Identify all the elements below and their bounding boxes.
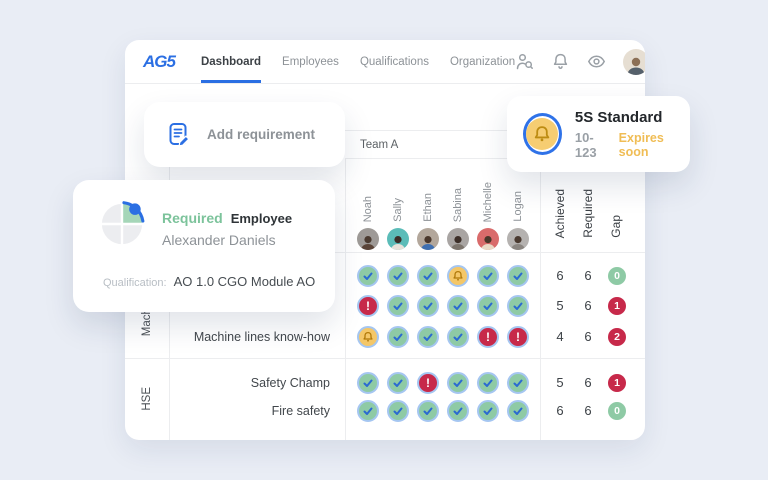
qualification-field-value: AO 1.0 CGO Module AO xyxy=(174,274,316,289)
employee-avatar[interactable] xyxy=(507,228,529,250)
required-tag: Required xyxy=(162,210,223,226)
skill-status-icon[interactable]: ! xyxy=(447,265,469,287)
skill-status-icon[interactable]: ! xyxy=(357,326,379,348)
skill-status-icon[interactable]: ! xyxy=(477,295,499,317)
required-count: 6 xyxy=(577,267,599,285)
top-navbar: AG5 Dashboard Employees Qualifications O… xyxy=(125,40,645,84)
nav-tab-dashboard[interactable]: Dashboard xyxy=(201,40,261,83)
skill-status-icon[interactable]: ! xyxy=(477,400,499,422)
skill-status-icon[interactable]: ! xyxy=(507,295,529,317)
employee-column-header[interactable]: Sally xyxy=(390,148,406,222)
skill-status-icon[interactable]: ! xyxy=(447,400,469,422)
skill-status-icon[interactable]: ! xyxy=(417,372,439,394)
skill-status-icon[interactable]: ! xyxy=(387,400,409,422)
pie-chart-icon xyxy=(99,201,145,247)
employee-column-header[interactable]: Sabina xyxy=(450,148,466,222)
add-requirement-button[interactable]: Add requirement xyxy=(144,102,345,167)
expiring-qualification-card[interactable]: 5S Standard 10-123 Expires soon xyxy=(507,96,690,172)
main-nav: Dashboard Employees Qualifications Organ… xyxy=(201,40,515,83)
skill-status-icon[interactable]: ! xyxy=(417,295,439,317)
skill-status-icon[interactable]: ! xyxy=(477,326,499,348)
achieved-count: 6 xyxy=(549,402,571,420)
employee-column-header[interactable]: Noah xyxy=(360,148,376,222)
gap-badge: 1 xyxy=(608,374,626,392)
notifications-bell-icon[interactable] xyxy=(551,52,570,71)
skill-status-icon[interactable]: ! xyxy=(357,295,379,317)
document-edit-icon xyxy=(166,121,193,148)
bell-badge-icon xyxy=(523,113,562,155)
summary-header-gap: Gap xyxy=(607,166,625,238)
skill-status-icon[interactable]: ! xyxy=(447,326,469,348)
qualification-field-label: Qualification: xyxy=(103,277,167,289)
qualification-title: 5S Standard xyxy=(575,109,690,126)
gap-badge: 0 xyxy=(608,267,626,285)
skill-status-icon[interactable]: ! xyxy=(387,372,409,394)
achieved-count: 6 xyxy=(549,267,571,285)
summary-header-achieved: Achieved xyxy=(551,166,569,238)
grid-divider xyxy=(345,158,346,440)
employee-column-header[interactable]: Michelle xyxy=(480,148,496,222)
employee-avatar[interactable] xyxy=(357,228,379,250)
nav-tab-employees[interactable]: Employees xyxy=(282,40,339,83)
skill-status-icon[interactable]: ! xyxy=(387,326,409,348)
user-search-icon[interactable] xyxy=(515,52,534,71)
required-count: 6 xyxy=(577,328,599,346)
add-requirement-label: Add requirement xyxy=(207,127,315,142)
employee-column-header[interactable]: Ethan xyxy=(420,148,436,222)
skill-status-icon[interactable]: ! xyxy=(357,372,379,394)
employee-avatar[interactable] xyxy=(387,228,409,250)
category-label-hse[interactable]: HSE xyxy=(135,358,159,440)
section-divider xyxy=(125,358,645,359)
required-count: 6 xyxy=(577,374,599,392)
skill-status-icon[interactable]: ! xyxy=(507,265,529,287)
gap-badge: 2 xyxy=(608,328,626,346)
skill-status-icon[interactable]: ! xyxy=(507,400,529,422)
qualification-row-label[interactable]: Fire safety xyxy=(160,402,330,420)
required-count: 6 xyxy=(577,297,599,315)
grid-divider xyxy=(540,158,541,440)
skill-status-icon[interactable]: ! xyxy=(477,372,499,394)
required-employee-popover: Required Employee Alexander Daniels Qual… xyxy=(73,180,335,312)
nav-tab-qualifications[interactable]: Qualifications xyxy=(360,40,429,83)
employee-name: Alexander Daniels xyxy=(162,232,276,248)
summary-header-required: Required xyxy=(579,166,597,238)
skill-status-icon[interactable]: ! xyxy=(417,400,439,422)
required-count: 6 xyxy=(577,402,599,420)
entity-type-label: Employee xyxy=(231,211,292,226)
skill-status-icon[interactable]: ! xyxy=(357,400,379,422)
qualification-row-label[interactable]: Safety Champ xyxy=(160,374,330,392)
employee-avatar[interactable] xyxy=(447,228,469,250)
expires-soon-badge: Expires soon xyxy=(619,131,690,159)
employee-avatar[interactable] xyxy=(417,228,439,250)
qualification-code: 10-123 xyxy=(575,130,612,160)
skill-status-icon[interactable]: ! xyxy=(477,265,499,287)
gap-badge: 1 xyxy=(608,297,626,315)
skill-status-icon[interactable]: ! xyxy=(387,295,409,317)
skill-status-icon[interactable]: ! xyxy=(507,326,529,348)
skill-status-icon[interactable]: ! xyxy=(417,326,439,348)
skill-status-icon[interactable]: ! xyxy=(507,372,529,394)
profile-avatar[interactable] xyxy=(623,49,645,75)
skill-status-icon[interactable]: ! xyxy=(357,265,379,287)
nav-tab-organization[interactable]: Organization xyxy=(450,40,515,83)
skill-status-icon[interactable]: ! xyxy=(417,265,439,287)
achieved-count: 4 xyxy=(549,328,571,346)
skill-status-icon[interactable]: ! xyxy=(387,265,409,287)
ag5-logo: AG5 xyxy=(143,52,175,72)
qualification-row-label[interactable]: Machine lines know-how xyxy=(160,328,330,346)
skill-status-icon[interactable]: ! xyxy=(447,372,469,394)
employee-avatar[interactable] xyxy=(477,228,499,250)
gap-badge: 0 xyxy=(608,402,626,420)
watch-eye-icon[interactable] xyxy=(587,52,606,71)
achieved-count: 5 xyxy=(549,297,571,315)
achieved-count: 5 xyxy=(549,374,571,392)
skill-status-icon[interactable]: ! xyxy=(447,295,469,317)
